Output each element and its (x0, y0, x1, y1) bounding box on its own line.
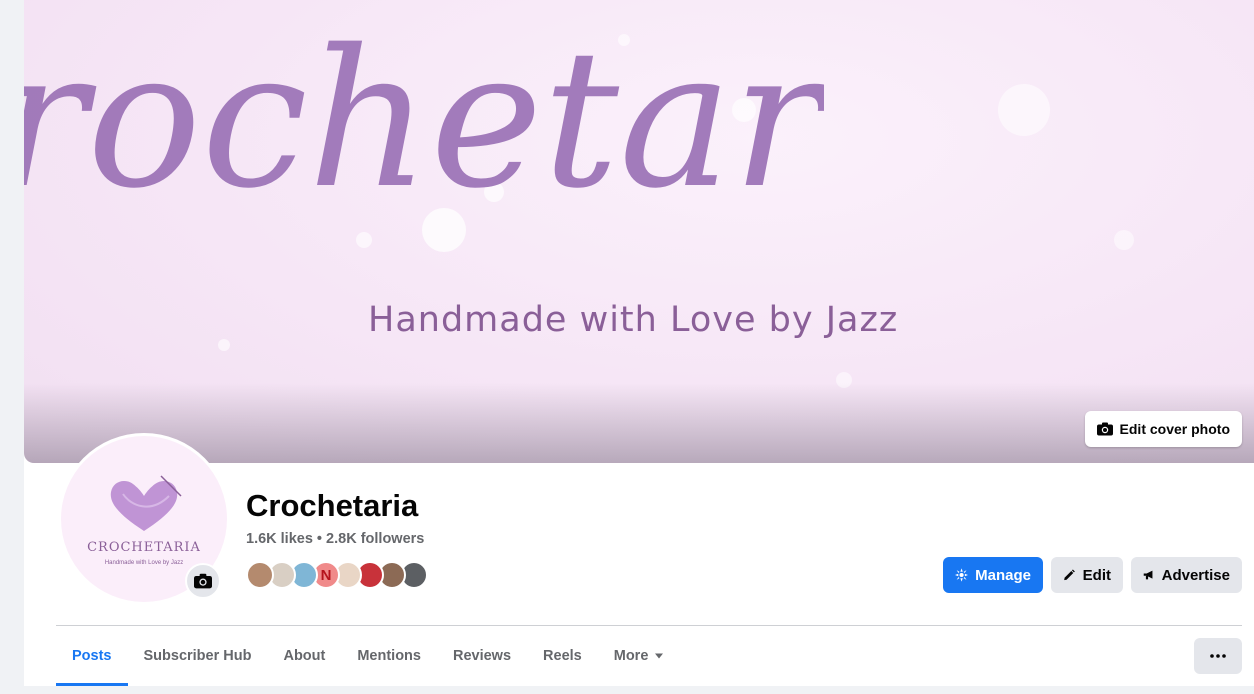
cover-shade (24, 383, 1254, 463)
page-stats[interactable]: 1.6K likes • 2.8K followers (246, 531, 424, 547)
tab-label: More (613, 648, 649, 664)
manage-label: Manage (975, 566, 1031, 584)
follower-avatar[interactable] (246, 561, 274, 589)
cover-title-script: Crochetaria (24, 9, 824, 230)
tab-label: Reels (543, 648, 582, 664)
page-title: Crochetaria (246, 488, 419, 523)
pencil-icon (1064, 569, 1075, 581)
tab-label: About (283, 648, 326, 664)
page-background-left (0, 0, 24, 694)
more-options-button[interactable] (1194, 638, 1242, 674)
tab-label: Reviews (452, 648, 512, 664)
tab-reels[interactable]: Reels (527, 626, 598, 686)
tab-mentions[interactable]: Mentions (341, 626, 437, 686)
camera-icon (194, 573, 212, 589)
follower-avatars[interactable]: N (246, 561, 428, 589)
megaphone-icon (1143, 570, 1153, 580)
edit-cover-photo-button[interactable]: Edit cover photo (1084, 411, 1242, 447)
manage-icon (955, 568, 969, 582)
edit-label: Edit (1082, 566, 1111, 584)
tab-label: Posts (72, 648, 112, 664)
avatar-brand-text: CROCHETARIA (87, 540, 201, 555)
page-tabs: Posts Subscriber Hub About Mentions Revi… (56, 626, 680, 686)
tab-more[interactable]: More (598, 626, 681, 686)
update-profile-picture-button[interactable] (185, 563, 221, 599)
follower-initial: N (320, 566, 332, 584)
advertise-label: Advertise (1161, 566, 1230, 584)
tab-label: Subscriber Hub (143, 648, 252, 664)
cover-photo: Crochetaria Handmade with Love by Jazz (24, 0, 1254, 463)
manage-button[interactable]: Manage (943, 557, 1043, 593)
tab-label: Mentions (357, 648, 421, 664)
page-background-bottom (0, 686, 1254, 694)
tab-posts[interactable]: Posts (56, 626, 128, 686)
caret-down-icon (655, 653, 664, 659)
tab-about[interactable]: About (267, 626, 341, 686)
edit-cover-photo-label: Edit cover photo (1119, 421, 1230, 437)
edit-button[interactable]: Edit (1051, 557, 1123, 593)
tab-subscriber-hub[interactable]: Subscriber Hub (128, 626, 268, 686)
svg-text:Crochetaria: Crochetaria (24, 9, 824, 230)
camera-icon (1096, 422, 1113, 436)
advertise-button[interactable]: Advertise (1131, 557, 1242, 593)
ellipsis-icon (1210, 654, 1226, 658)
cover-tagline: Handmade with Love by Jazz (368, 300, 899, 340)
tab-reviews[interactable]: Reviews (437, 626, 527, 686)
